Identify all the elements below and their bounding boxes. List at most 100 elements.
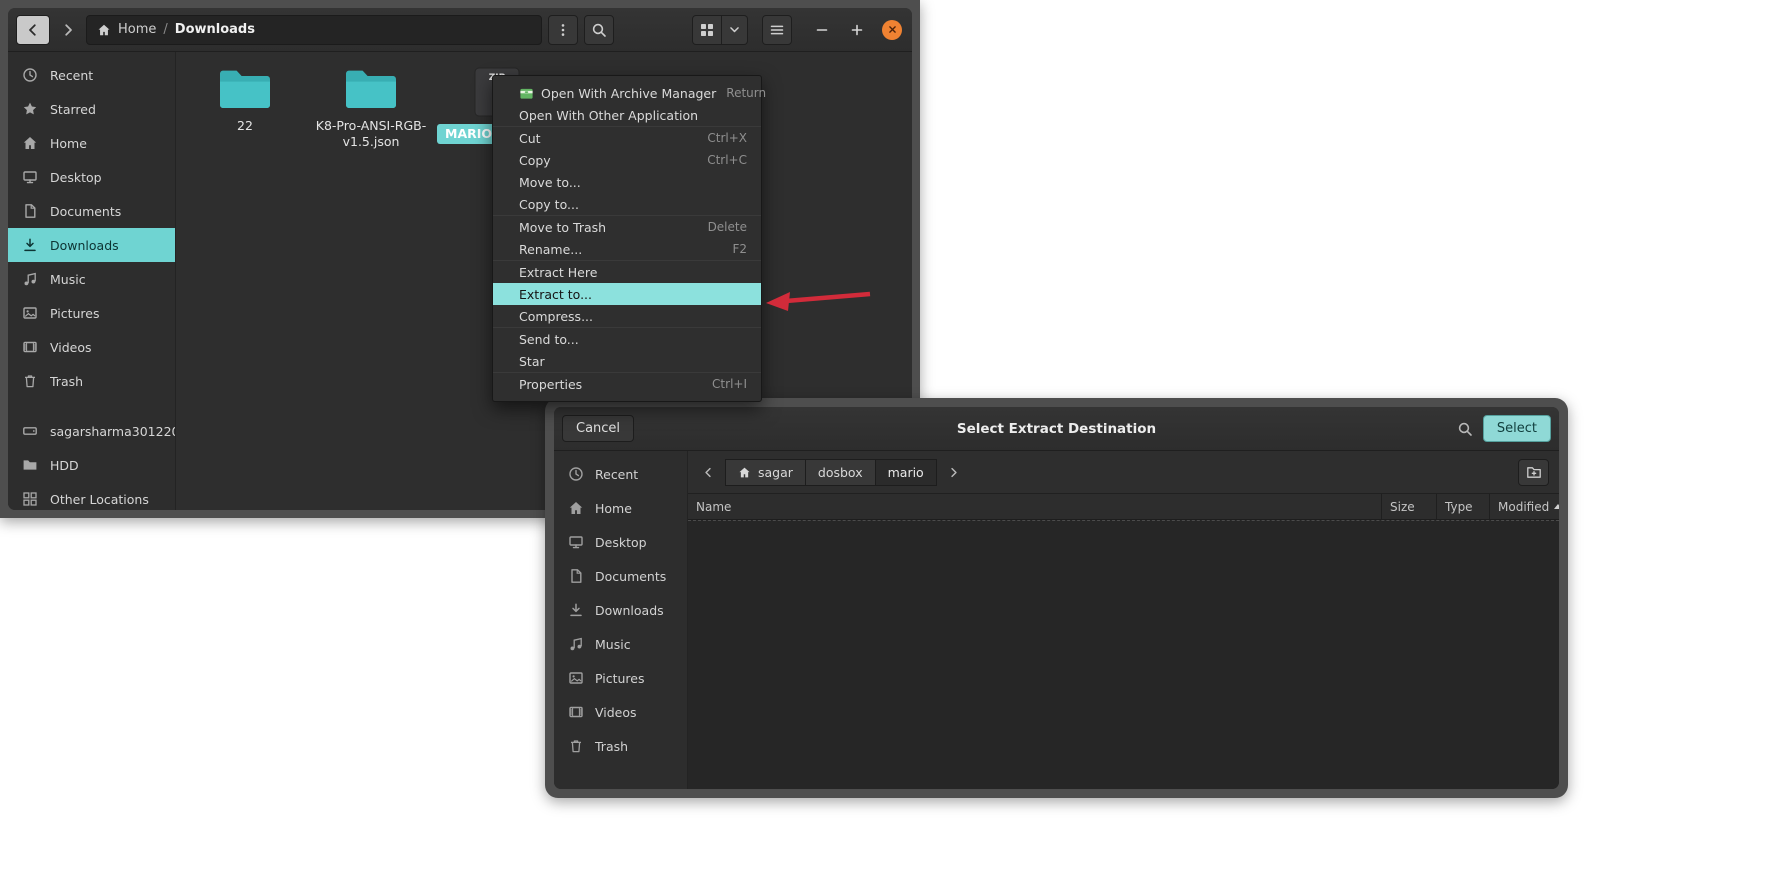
dialog-sidebar-item-home[interactable]: Home bbox=[554, 491, 687, 525]
breadcrumb[interactable]: Home / Downloads bbox=[86, 15, 542, 45]
sort-indicator-icon bbox=[1554, 504, 1559, 509]
new-folder-button[interactable] bbox=[1518, 459, 1549, 486]
context-menu-item-move-to-trash[interactable]: Move to Trash Delete bbox=[493, 215, 761, 238]
context-menu-item-send-to[interactable]: Send to... bbox=[493, 327, 761, 350]
file-manager-headerbar: Home / Downloads bbox=[8, 8, 912, 52]
maximize-button[interactable] bbox=[847, 20, 867, 40]
hamburger-icon bbox=[769, 22, 785, 38]
view-dropdown-button[interactable] bbox=[722, 15, 748, 45]
trash-icon bbox=[22, 373, 38, 389]
file-list-empty-area[interactable] bbox=[688, 520, 1559, 789]
sidebar-item-trash[interactable]: Trash bbox=[8, 364, 175, 398]
minimize-icon bbox=[814, 22, 830, 38]
chevron-down-icon bbox=[728, 23, 741, 36]
desktop-icon bbox=[568, 534, 584, 550]
column-header-type[interactable]: Type bbox=[1436, 494, 1489, 519]
recent-icon bbox=[568, 466, 584, 482]
app-menu-button[interactable] bbox=[762, 15, 792, 45]
music-icon bbox=[22, 271, 38, 287]
file-name: K8-Pro-ANSI-RGB-v1.5.json bbox=[315, 118, 427, 149]
column-header-name[interactable]: Name bbox=[688, 494, 1381, 519]
file-item-k8-pro[interactable]: K8-Pro-ANSI-RGB-v1.5.json bbox=[315, 67, 427, 149]
context-menu-item-open-with-other-application[interactable]: Open With Other Application bbox=[493, 104, 761, 126]
path-back-button[interactable] bbox=[696, 459, 720, 486]
recent-icon bbox=[22, 67, 38, 83]
dialog-sidebar-item-recent[interactable]: Recent bbox=[554, 457, 687, 491]
dialog-surface: Cancel Select Extract Destination Select… bbox=[554, 407, 1559, 789]
sidebar-item-home[interactable]: Home bbox=[8, 126, 175, 160]
dialog-sidebar-item-desktop[interactable]: Desktop bbox=[554, 525, 687, 559]
home-icon bbox=[738, 466, 751, 479]
dialog-sidebar-item-downloads[interactable]: Downloads bbox=[554, 593, 687, 627]
path-forward-button[interactable] bbox=[942, 459, 966, 486]
sidebar-item-starred[interactable]: Starred bbox=[8, 92, 175, 126]
context-menu-item-copy[interactable]: Copy Ctrl+C bbox=[493, 149, 761, 171]
dialog-sidebar-item-pictures[interactable]: Pictures bbox=[554, 661, 687, 695]
context-menu-item-star[interactable]: Star bbox=[493, 350, 761, 372]
archive-manager-app-icon bbox=[519, 86, 534, 101]
breadcrumb-root[interactable]: Home bbox=[118, 22, 156, 37]
star-icon bbox=[22, 101, 38, 117]
close-icon bbox=[886, 23, 899, 36]
context-menu-item-properties[interactable]: Properties Ctrl+I bbox=[493, 372, 761, 395]
sidebar-item-other-locations[interactable]: Other Locations bbox=[8, 482, 175, 510]
cancel-button[interactable]: Cancel bbox=[562, 415, 634, 442]
dialog-places-sidebar: Recent Home Desktop Documents Downloads … bbox=[554, 451, 688, 789]
context-menu-item-extract-here[interactable]: Extract Here bbox=[493, 260, 761, 283]
disk-icon bbox=[22, 423, 38, 439]
document-icon bbox=[568, 568, 584, 584]
sidebar-item-pictures[interactable]: Pictures bbox=[8, 296, 175, 330]
sidebar-item-videos[interactable]: Videos bbox=[8, 330, 175, 364]
context-menu-item-extract-to[interactable]: Extract to... bbox=[493, 283, 761, 305]
context-menu-item-compress[interactable]: Compress... bbox=[493, 305, 761, 327]
window-controls bbox=[812, 20, 902, 40]
download-icon bbox=[568, 602, 584, 618]
maximize-icon bbox=[849, 22, 865, 38]
dialog-sidebar-item-trash[interactable]: Trash bbox=[554, 729, 687, 763]
column-header-modified[interactable]: Modified bbox=[1489, 494, 1559, 519]
folder-icon bbox=[217, 67, 273, 111]
context-menu-item-copy-to[interactable]: Copy to... bbox=[493, 193, 761, 215]
path-button-sagar[interactable]: sagar bbox=[725, 459, 806, 486]
context-menu-item-open-with-archive-manager[interactable]: Open With Archive Manager Return bbox=[493, 82, 761, 104]
download-icon bbox=[22, 237, 38, 253]
context-menu-item-cut[interactable]: Cut Ctrl+X bbox=[493, 126, 761, 149]
sidebar-item-downloads[interactable]: Downloads bbox=[8, 228, 175, 262]
sidebar-item-documents[interactable]: Documents bbox=[8, 194, 175, 228]
breadcrumb-separator: / bbox=[163, 22, 167, 37]
dialog-sidebar-item-documents[interactable]: Documents bbox=[554, 559, 687, 593]
view-switcher bbox=[692, 15, 748, 45]
minimize-button[interactable] bbox=[812, 20, 832, 40]
folder-icon bbox=[343, 67, 399, 111]
other-locations-icon bbox=[22, 491, 38, 507]
music-icon bbox=[568, 636, 584, 652]
path-buttons: sagar dosbox mario bbox=[725, 459, 937, 486]
close-button[interactable] bbox=[882, 20, 902, 40]
sidebar-item-recent[interactable]: Recent bbox=[8, 58, 175, 92]
path-button-mario[interactable]: mario bbox=[876, 459, 937, 486]
dialog-search-button[interactable] bbox=[1453, 414, 1477, 444]
film-icon bbox=[568, 704, 584, 720]
dialog-sidebar-item-music[interactable]: Music bbox=[554, 627, 687, 661]
dialog-sidebar-item-videos[interactable]: Videos bbox=[554, 695, 687, 729]
search-button[interactable] bbox=[584, 15, 614, 45]
sidebar-item-music[interactable]: Music bbox=[8, 262, 175, 296]
forward-button[interactable] bbox=[56, 15, 80, 45]
context-menu-item-rename[interactable]: Rename... F2 bbox=[493, 238, 761, 260]
dialog-headerbar: Cancel Select Extract Destination Select bbox=[554, 407, 1559, 451]
path-button-dosbox[interactable]: dosbox bbox=[806, 459, 876, 486]
new-folder-icon bbox=[1526, 464, 1542, 480]
file-item-22[interactable]: 22 bbox=[189, 67, 301, 134]
context-menu-item-move-to[interactable]: Move to... bbox=[493, 171, 761, 193]
document-icon bbox=[22, 203, 38, 219]
column-header-size[interactable]: Size bbox=[1381, 494, 1436, 519]
grid-view-button[interactable] bbox=[692, 15, 722, 45]
dialog-right-pane: sagar dosbox mario Name Size Type Modifi… bbox=[688, 451, 1559, 789]
breadcrumb-current[interactable]: Downloads bbox=[175, 22, 255, 37]
sidebar-item-desktop[interactable]: Desktop bbox=[8, 160, 175, 194]
back-button[interactable] bbox=[16, 15, 50, 45]
sidebar-item-hdd[interactable]: HDD bbox=[8, 448, 175, 482]
sidebar-item-sagarsharma-drive[interactable]: sagarsharma3012200... bbox=[8, 414, 175, 448]
view-options-button[interactable] bbox=[548, 15, 578, 45]
select-button[interactable]: Select bbox=[1483, 415, 1551, 442]
